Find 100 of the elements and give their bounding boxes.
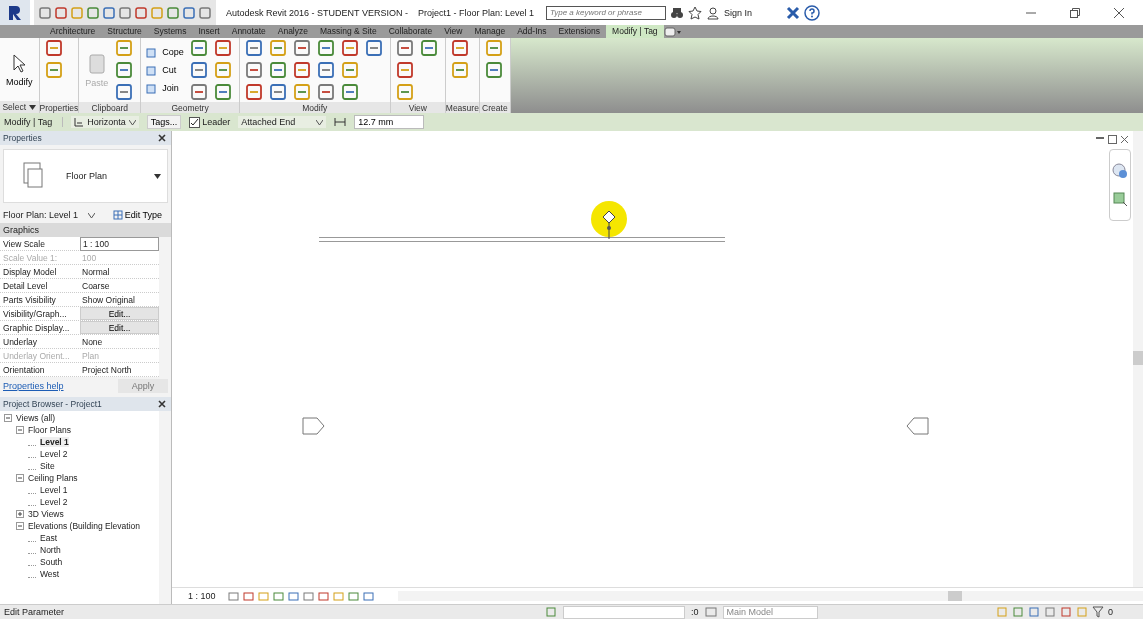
tool-icon[interactable] xyxy=(243,82,264,102)
ribbon-tab[interactable]: Extensions xyxy=(552,25,607,38)
tool-icon[interactable] xyxy=(114,38,135,58)
tree-item[interactable]: Site xyxy=(40,461,55,471)
expand-icon[interactable] xyxy=(16,510,24,518)
ribbon-tab[interactable]: Insert xyxy=(192,25,226,38)
tool-icon[interactable] xyxy=(114,82,135,102)
star-icon[interactable] xyxy=(687,5,702,20)
tool-icon[interactable] xyxy=(363,38,384,58)
ribbon-tab[interactable]: Analyze xyxy=(271,25,314,38)
panel-label[interactable]: Measure xyxy=(445,102,479,114)
ribbon-tab[interactable]: Manage xyxy=(468,25,512,38)
toolbar-icon[interactable] xyxy=(150,5,164,20)
vertical-scrollbar[interactable] xyxy=(1133,131,1143,588)
tool-icon[interactable] xyxy=(339,60,360,80)
ribbon-tab[interactable]: Systems xyxy=(147,25,193,38)
zoom-icon[interactable] xyxy=(1111,190,1129,208)
caret-icon[interactable] xyxy=(29,104,37,110)
tool-icon[interactable] xyxy=(243,38,264,58)
restore-icon[interactable] xyxy=(1108,135,1117,144)
horizontal-scrollbar[interactable] xyxy=(397,591,1143,601)
tool-icon[interactable] xyxy=(291,38,312,58)
type-selector[interactable]: Floor Plan xyxy=(3,149,168,203)
tool-icon[interactable] xyxy=(212,60,233,80)
toolbar-icon[interactable] xyxy=(182,5,196,20)
view-control-icon[interactable] xyxy=(257,590,269,602)
panel-label[interactable]: Properties xyxy=(39,102,79,114)
tool-icon[interactable] xyxy=(449,38,470,58)
instance-dropdown[interactable]: Floor Plan: Level 1 xyxy=(3,210,96,220)
tool-button[interactable]: Join xyxy=(145,80,185,96)
view-scale-label[interactable]: 1 : 100 xyxy=(188,591,216,601)
collapse-icon[interactable] xyxy=(16,426,24,434)
selection-option-icon[interactable] xyxy=(1060,606,1072,618)
toolbar-icon[interactable] xyxy=(118,5,132,20)
tree-item[interactable]: Views (all) xyxy=(16,413,56,423)
ribbon-tab[interactable]: Structure xyxy=(101,25,148,38)
tree-item[interactable]: North xyxy=(40,545,61,555)
user-icon[interactable] xyxy=(705,5,720,20)
tree-item[interactable]: Level 2 xyxy=(40,449,68,459)
toolbar-icon[interactable] xyxy=(70,5,84,20)
tree-item[interactable]: Elevations (Building Elevation xyxy=(28,521,140,531)
elevation-marker[interactable] xyxy=(302,417,326,435)
binoculars-icon[interactable] xyxy=(669,5,684,20)
tool-icon[interactable] xyxy=(483,60,504,80)
tool-icon[interactable] xyxy=(43,60,64,80)
tool-icon[interactable] xyxy=(267,82,288,102)
tool-icon[interactable] xyxy=(418,38,439,58)
steering-wheel-icon[interactable] xyxy=(1111,162,1129,180)
leader-checkbox[interactable]: Leader xyxy=(189,116,231,128)
close-icon[interactable] xyxy=(1120,135,1129,144)
toolbar-icon[interactable] xyxy=(86,5,100,20)
selection-option-icon[interactable] xyxy=(1044,606,1056,618)
tree-item[interactable]: Ceiling Plans xyxy=(28,473,78,483)
toolbar-icon[interactable] xyxy=(198,5,212,20)
tool-icon[interactable] xyxy=(315,38,336,58)
tool-icon[interactable] xyxy=(188,82,209,102)
tag-drawing[interactable] xyxy=(589,201,629,241)
collapse-icon[interactable] xyxy=(16,474,24,482)
tool-icon[interactable] xyxy=(212,38,233,58)
tree-item[interactable]: 3D Views xyxy=(28,509,64,519)
tree-item[interactable]: Level 1 xyxy=(40,485,68,495)
filter-icon[interactable] xyxy=(1092,606,1104,618)
group-header[interactable]: Graphics xyxy=(0,223,171,237)
ribbon-tab[interactable]: Add-Ins xyxy=(511,25,553,38)
close-icon[interactable] xyxy=(158,400,166,408)
tags-button[interactable]: Tags... xyxy=(146,115,182,129)
collapse-icon[interactable] xyxy=(16,522,24,530)
tool-icon[interactable] xyxy=(291,82,312,102)
close-icon[interactable] xyxy=(158,134,166,142)
tool-button[interactable]: Cut xyxy=(145,62,185,78)
tree-item[interactable]: Level 1 xyxy=(40,437,69,447)
tool-icon[interactable] xyxy=(243,60,264,80)
exchange-icon[interactable] xyxy=(786,5,800,20)
orientation-dropdown[interactable]: Horizonta xyxy=(71,116,139,128)
length-field[interactable]: 12.7 mm xyxy=(354,115,425,129)
elevation-marker[interactable] xyxy=(905,417,929,435)
app-menu-button[interactable] xyxy=(0,0,30,25)
edit-type-button[interactable]: Edit Type xyxy=(106,209,168,221)
property-field[interactable]: 1 : 100 xyxy=(80,237,159,251)
tool-icon[interactable] xyxy=(188,38,209,58)
toolbar-icon[interactable] xyxy=(134,5,148,20)
tool-icon[interactable] xyxy=(267,60,288,80)
tool-icon[interactable] xyxy=(315,60,336,80)
model-dropdown[interactable]: Main Model xyxy=(722,605,818,619)
ribbon-tab[interactable]: Modify | Tag xyxy=(606,25,664,38)
tree-item[interactable]: Level 2 xyxy=(40,497,68,507)
design-options-icon[interactable] xyxy=(704,606,717,618)
search-field[interactable]: Type a keyword or phrase xyxy=(545,5,666,20)
minimize-icon[interactable] xyxy=(1095,135,1105,141)
help-icon[interactable] xyxy=(804,4,820,21)
edit-button[interactable]: Edit... xyxy=(80,321,159,334)
properties-help-link[interactable]: Properties help xyxy=(3,381,64,391)
tool-icon[interactable] xyxy=(43,38,64,58)
collapse-icon[interactable] xyxy=(4,414,12,422)
view-control-icon[interactable] xyxy=(362,590,374,602)
restore-icon[interactable] xyxy=(1069,6,1081,19)
ribbon-tab[interactable]: Massing & Site xyxy=(314,25,383,38)
tool-icon[interactable] xyxy=(483,38,504,58)
tool-icon[interactable] xyxy=(267,38,288,58)
toolbar-icon[interactable] xyxy=(38,5,52,20)
